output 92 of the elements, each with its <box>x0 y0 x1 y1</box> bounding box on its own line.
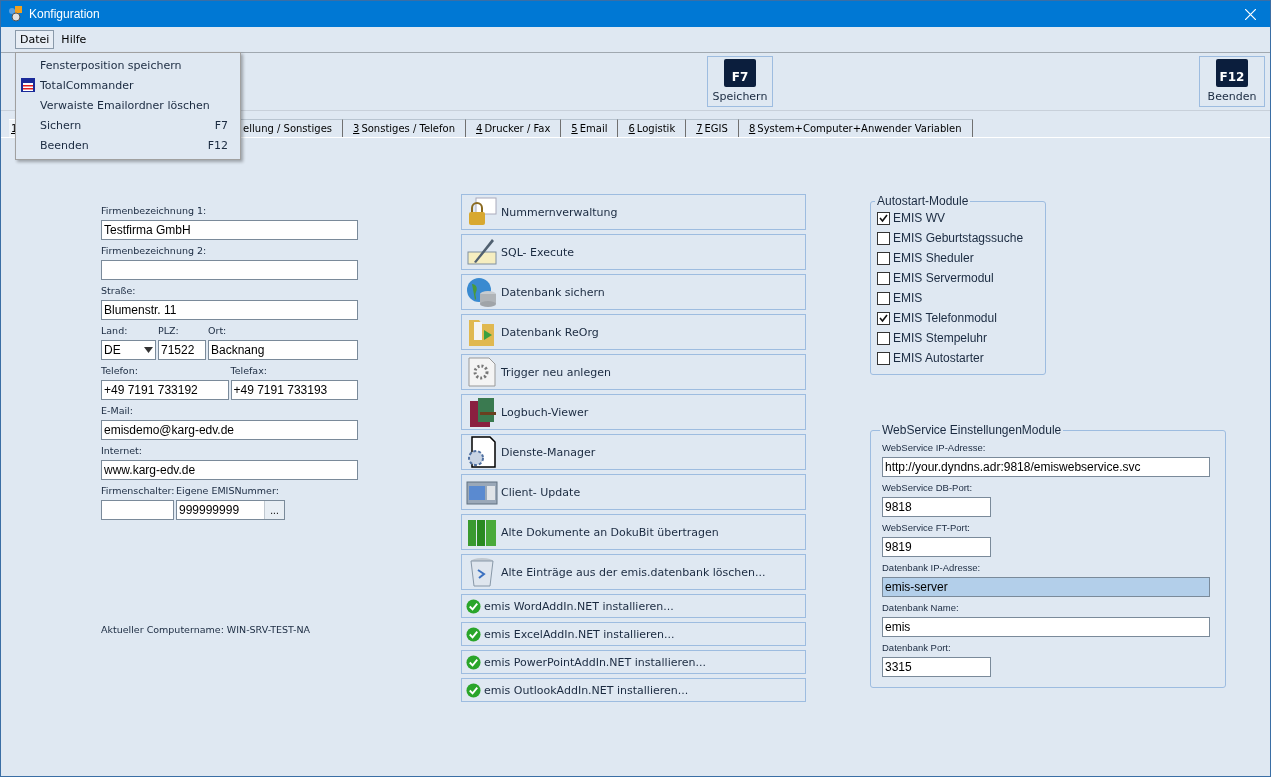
field-label: Datenbank Port: <box>882 641 952 655</box>
computer-name: Aktueller Computername: WIN-SRV-TEST-NA <box>101 624 311 635</box>
checkmark-icon <box>879 213 888 223</box>
field-label: Datenbank Name: <box>882 601 960 615</box>
action-button[interactable]: Datenbank ReOrg <box>461 314 806 350</box>
tab[interactable]: 8 System+Computer+Anwender Variablen <box>738 119 973 137</box>
app-icon <box>7 6 23 22</box>
input-field[interactable] <box>101 500 174 520</box>
checkbox[interactable]: EMIS Sheduler <box>877 248 1037 268</box>
action-button[interactable]: Nummernverwaltung <box>461 194 806 230</box>
action-button[interactable]: Client- Update <box>461 474 806 510</box>
field-label: Firmenbezeichnung 1: <box>101 204 208 218</box>
field-label: PLZ: <box>158 324 180 338</box>
input-field[interactable]: http://your.dyndns.adr:9818/emiswebservice.svc <box>882 457 1210 477</box>
checkbox[interactable]: EMIS Stempeluhr <box>877 328 1037 348</box>
action-button[interactable]: Alte Dokumente an DokuBit übertragen <box>461 514 806 550</box>
field-label: Eigene EMISNummer: <box>176 484 280 498</box>
checkmark-icon <box>879 313 888 323</box>
globe-database-icon <box>466 276 498 308</box>
toolbar-button[interactable]: F7 Speichern <box>707 56 773 107</box>
browse-button[interactable]: ... <box>264 501 284 519</box>
input-field[interactable]: 9819 <box>882 537 991 557</box>
input-field[interactable]: 999999999 ... <box>176 500 285 520</box>
action-button[interactable]: Datenbank sichern <box>461 274 806 310</box>
checkbox[interactable]: EMIS Autostarter <box>877 348 1037 368</box>
input-field[interactable]: 71522 <box>158 340 206 360</box>
menu-item[interactable]: Fensterposition speichern <box>16 55 240 75</box>
input-field[interactable]: Testfirma GmbH <box>101 220 358 240</box>
field-label: Internet: <box>101 444 143 458</box>
field-label: WebService DB-Port: <box>882 481 974 495</box>
menu-item[interactable]: Verwaiste Emailordner löschen <box>16 95 240 115</box>
input-field[interactable]: emis-server <box>882 577 1210 597</box>
checkbox[interactable]: EMIS WV <box>877 208 1037 228</box>
field-label: Datenbank IP-Adresse: <box>882 561 982 575</box>
close-icon[interactable] <box>1245 8 1256 20</box>
field-label: WebService FT-Port: <box>882 521 971 535</box>
field-label: Land: <box>101 324 129 338</box>
menu-item[interactable]: Sichern F7 <box>16 115 240 135</box>
field-label: Firmenschalter: <box>101 484 174 498</box>
input-field[interactable]: emis <box>882 617 1210 637</box>
menu-item[interactable]: TotalCommander <box>16 75 240 95</box>
action-button[interactable]: SQL- Execute <box>461 234 806 270</box>
field-label: WebService IP-Adresse: <box>882 441 987 455</box>
input-field[interactable]: emisdemo@karg-edv.de <box>101 420 358 440</box>
action-button[interactable]: emis PowerPointAddIn.NET installieren... <box>461 650 806 674</box>
caret-icon <box>144 347 153 353</box>
input-field[interactable]: Blumenstr. 11 <box>101 300 358 320</box>
gear-document-icon <box>466 436 498 468</box>
input-field[interactable]: 9818 <box>882 497 991 517</box>
field-label: Telefon: <box>101 364 139 378</box>
input-field[interactable]: Backnang <box>208 340 358 360</box>
group-title: WebService EinstellungenModule <box>881 423 1063 437</box>
input-field[interactable]: +49 7191 733192 <box>101 380 229 400</box>
menu-item[interactable]: Beenden F12 <box>16 135 240 155</box>
window-title: Konfiguration <box>29 7 101 21</box>
gear-document-icon <box>466 356 498 388</box>
action-button[interactable]: Logbuch-Viewer <box>461 394 806 430</box>
action-button[interactable]: Trigger neu anlegen <box>461 354 806 390</box>
tab[interactable]: 5 Email <box>561 119 619 137</box>
pen-icon <box>466 236 498 268</box>
tab[interactable]: 7 EGIS <box>686 119 739 137</box>
menu-title[interactable]: Datei <box>15 30 55 49</box>
checkbox[interactable]: EMIS <box>877 288 1037 308</box>
toolbar-button[interactable]: F12 Beenden <box>1199 56 1265 107</box>
check-circle-icon <box>466 626 481 642</box>
group-title: Autostart-Module <box>876 194 970 208</box>
menu-title[interactable]: Hilfe <box>56 30 92 49</box>
field-label: Straße: <box>101 284 137 298</box>
tab[interactable]: 6 Logistik <box>618 119 687 137</box>
field-label: Firmenbezeichnung 2: <box>101 244 208 258</box>
action-button[interactable]: emis OutlookAddIn.NET installieren... <box>461 678 806 702</box>
input-field[interactable]: www.karg-edv.de <box>101 460 358 480</box>
check-circle-icon <box>466 654 481 670</box>
action-button[interactable]: Alte Einträge aus der emis.datenbank löschen... <box>461 554 806 590</box>
tab[interactable]: 3 Sonstiges / Telefon <box>343 119 466 137</box>
lock-icon <box>466 196 498 228</box>
checkbox[interactable]: EMIS Telefonmodul <box>877 308 1037 328</box>
action-button[interactable]: emis WordAddIn.NET installieren... <box>461 594 806 618</box>
input-field[interactable]: +49 7191 733193 <box>230 380 358 400</box>
checkbox[interactable]: EMIS Servermodul <box>877 268 1037 288</box>
dropdown[interactable]: DE <box>101 340 156 360</box>
input-field[interactable] <box>101 260 358 280</box>
action-button[interactable]: emis ExcelAddIn.NET installieren... <box>461 622 806 646</box>
check-circle-icon <box>466 598 481 614</box>
checkbox[interactable]: EMIS Geburtstagssuche <box>877 228 1037 248</box>
field-label: E-Mail: <box>101 404 134 418</box>
check-circle-icon <box>466 682 481 698</box>
field-label: Ort: <box>208 324 228 338</box>
tab[interactable]: 4 Drucker / Fax <box>466 119 562 137</box>
input-field[interactable]: 3315 <box>882 657 991 677</box>
action-button[interactable]: Dienste-Manager <box>461 434 806 470</box>
field-label: Telefax: <box>230 364 268 378</box>
